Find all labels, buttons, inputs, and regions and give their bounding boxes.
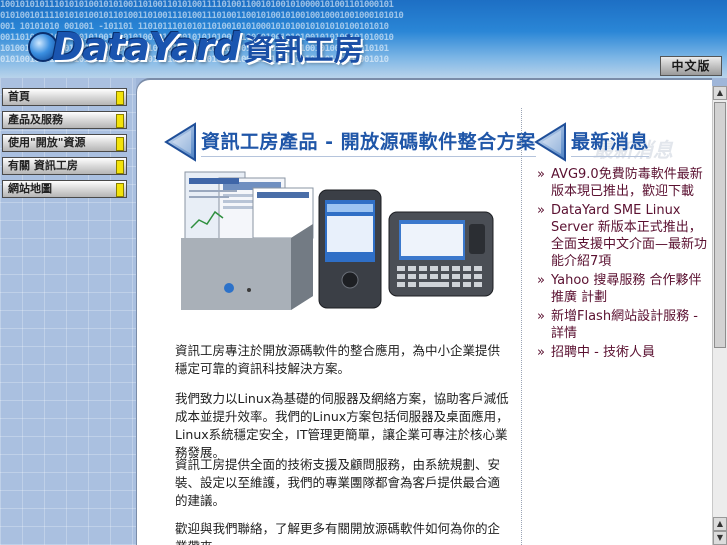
intro-paragraph-3: 資訊工房提供全面的技術支援及顧問服務，由系統規劃、安裝、設定以至維護，我們的專業… bbox=[175, 457, 501, 508]
intro-paragraph-2: 我們致力以Linux為基礎的伺服器及網絡方案，協助客戶減低成本並提升效率。我們的… bbox=[175, 391, 509, 460]
content-panel: 資訊工房產品 - 開放源碼軟件整合方案 資訊工房專注於開放源碼軟件的整合應用，為… bbox=[136, 78, 712, 545]
arrow-left-icon bbox=[163, 122, 197, 162]
scroll-up-arrow-icon[interactable]: ▲ bbox=[713, 517, 727, 531]
vertical-scrollbar[interactable]: ▲ ▲ ▼ bbox=[712, 86, 727, 545]
main-column: 資訊工房產品 - 開放源碼軟件整合方案 資訊工房專注於開放源碼軟件的整合應用，為… bbox=[137, 80, 536, 545]
nav-item-about[interactable]: 有關 資訊工房 bbox=[2, 157, 127, 175]
product-devices-illustration bbox=[181, 171, 494, 310]
news-item[interactable]: 新增Flash網站設計服務 - 詳情 bbox=[537, 308, 712, 342]
nav-item-sitemap[interactable]: 網站地圖 bbox=[2, 180, 127, 198]
scrollbar-thumb[interactable] bbox=[714, 102, 726, 348]
intro-paragraph-1: 資訊工房專注於開放源碼軟件的整合應用，為中小企業提供穩定可靠的資訊科技解決方案。 bbox=[175, 343, 501, 376]
news-section-header: 最新消息 bbox=[533, 122, 650, 162]
site-logo[interactable]: DataYard 資訊工房 bbox=[28, 25, 364, 69]
nav-item-products[interactable]: 產品及服務 bbox=[2, 111, 127, 129]
column-divider bbox=[521, 108, 522, 545]
scroll-up-arrow-icon[interactable]: ▲ bbox=[713, 86, 727, 100]
news-item[interactable]: 招聘中 - 技術人員 bbox=[537, 344, 712, 361]
intro-paragraph-4: 歡迎與我們聯絡，了解更多有關開放源碼軟件如何為你的企業帶來 bbox=[175, 521, 501, 545]
main-title[interactable]: 資訊工房產品 - 開放源碼軟件整合方案 bbox=[201, 127, 536, 157]
news-item[interactable]: AVG9.0免費防毒軟件最新版本現已推出，歡迎下載 bbox=[537, 166, 712, 200]
logo-wordmark: DataYard bbox=[52, 25, 241, 69]
language-button[interactable]: 中文版 bbox=[660, 56, 722, 76]
site-header: 1001010101110101010010101001101001101010… bbox=[0, 0, 727, 78]
scroll-down-arrow-icon[interactable]: ▼ bbox=[713, 531, 727, 545]
news-list: AVG9.0免費防毒軟件最新版本現已推出，歡迎下載 DataYard SME L… bbox=[537, 166, 712, 363]
news-item[interactable]: Yahoo 搜尋服務 合作夥伴推廣 計劃 bbox=[537, 272, 712, 306]
logo-chinese-name: 資訊工房 bbox=[243, 33, 364, 68]
nav-item-home[interactable]: 首頁 bbox=[2, 88, 127, 106]
main-section-header: 資訊工房產品 - 開放源碼軟件整合方案 bbox=[163, 122, 536, 162]
news-title[interactable]: 最新消息 bbox=[571, 127, 650, 157]
nav-item-open-source[interactable]: 使用"開放"資源 bbox=[2, 134, 127, 152]
news-column: 最新消息 最新消息 AVG9.0免費防毒軟件最新版本現已推出，歡迎下載 Data… bbox=[523, 80, 712, 545]
left-navigation: 首頁 產品及服務 使用"開放"資源 有關 資訊工房 網站地圖 bbox=[0, 78, 136, 545]
news-item[interactable]: DataYard SME Linux Server 新版本正式推出，全面支援中文… bbox=[537, 202, 712, 270]
arrow-left-icon bbox=[533, 122, 567, 162]
